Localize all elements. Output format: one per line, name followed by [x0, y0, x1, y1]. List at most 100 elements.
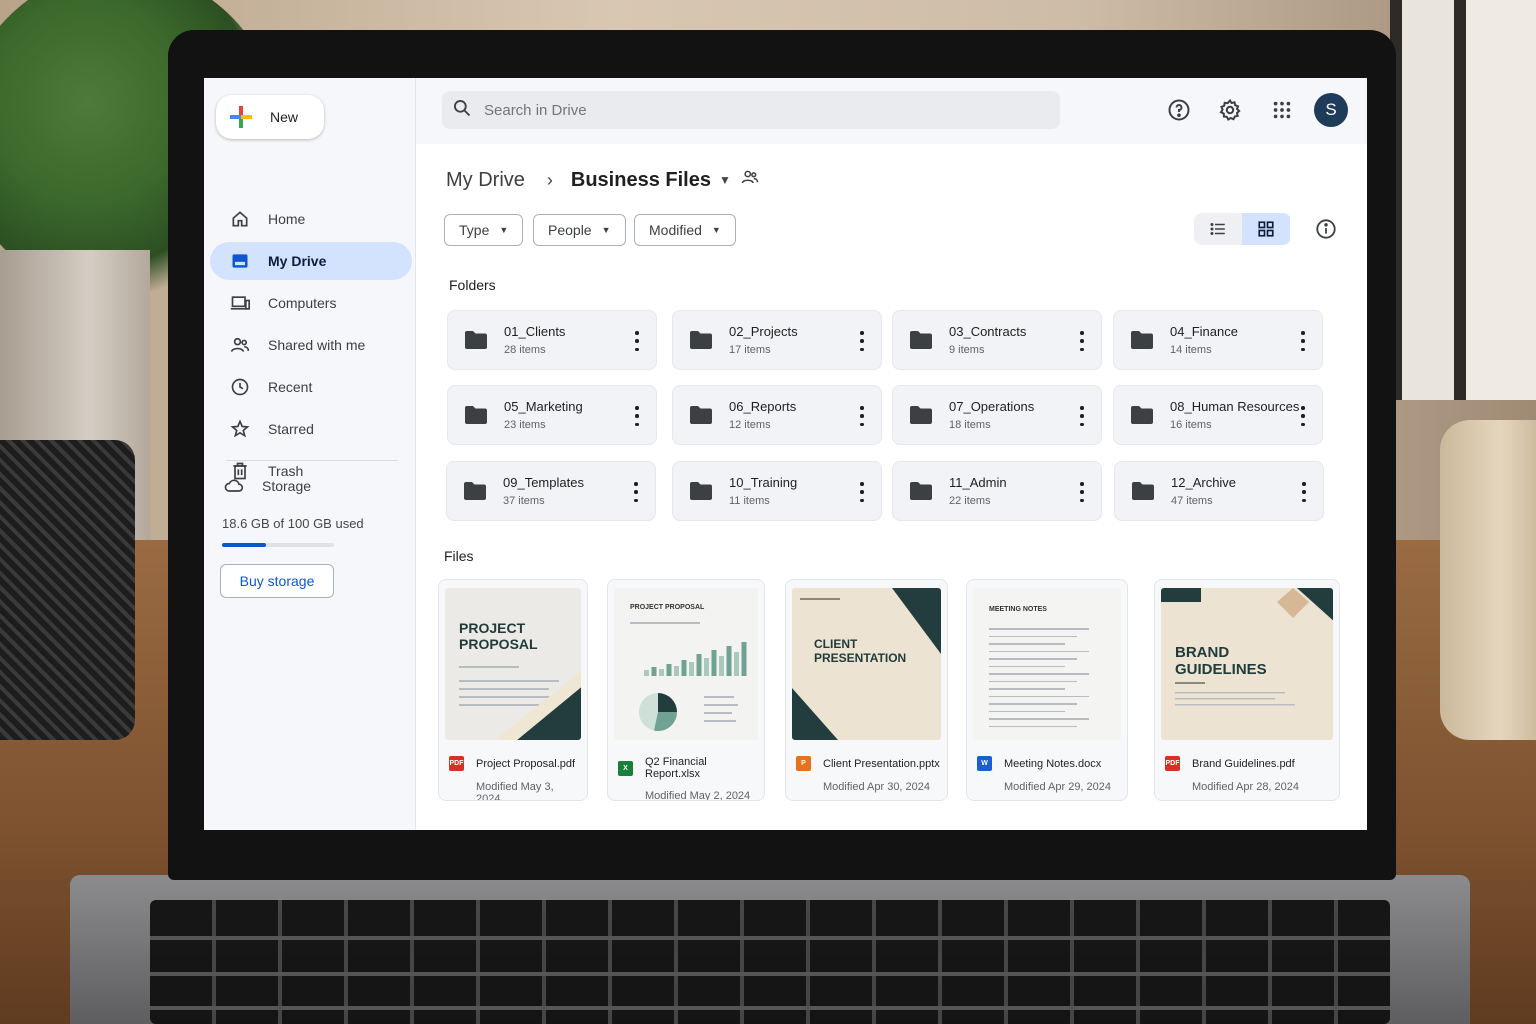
- file-modified-date: Modified Apr 29, 2024: [1004, 781, 1112, 793]
- sidebar-item-home[interactable]: Home: [210, 200, 412, 238]
- shared-folder-people-icon[interactable]: [741, 168, 759, 192]
- folder-name: 03_Contracts: [949, 324, 1027, 339]
- folder-icon: [463, 481, 487, 501]
- folder-item[interactable]: 05_Marketing 23 items: [447, 385, 657, 445]
- sidebar-item-shared-with-me[interactable]: Shared with me: [210, 326, 412, 364]
- sidebar: New Home My Drive Computers Shared with …: [204, 78, 416, 830]
- sidebar-item-storage[interactable]: Storage: [224, 476, 311, 496]
- list-view-button[interactable]: [1194, 213, 1242, 245]
- folder-icon: [689, 481, 713, 501]
- folder-item[interactable]: 11_Admin 22 items: [892, 461, 1102, 521]
- laptop-key-row-gap: [150, 972, 1390, 976]
- filter-modified[interactable]: Modified ▼: [634, 214, 736, 246]
- more-options-icon[interactable]: [634, 331, 640, 351]
- more-options-icon[interactable]: [1079, 482, 1085, 502]
- chevron-down-icon[interactable]: ▼: [719, 173, 731, 187]
- folder-item[interactable]: 01_Clients 28 items: [447, 310, 657, 370]
- more-options-icon[interactable]: [1300, 406, 1306, 426]
- new-button[interactable]: New: [216, 95, 324, 139]
- folder-item-count: 23 items: [504, 419, 546, 431]
- folder-item[interactable]: 12_Archive 47 items: [1114, 461, 1324, 521]
- folder-item[interactable]: 04_Finance 14 items: [1113, 310, 1323, 370]
- breadcrumb-my-drive[interactable]: My Drive: [446, 169, 525, 192]
- sidebar-item-my-drive[interactable]: My Drive: [210, 242, 412, 280]
- folder-item[interactable]: 02_Projects 17 items: [672, 310, 882, 370]
- more-options-icon[interactable]: [633, 482, 639, 502]
- folder-item[interactable]: 09_Templates 37 items: [446, 461, 656, 521]
- apps-grid-icon[interactable]: [1267, 95, 1297, 125]
- chevron-down-icon: ▼: [711, 225, 721, 235]
- more-options-icon[interactable]: [1079, 406, 1085, 426]
- more-options-icon[interactable]: [634, 406, 640, 426]
- folder-name: 12_Archive: [1171, 475, 1237, 490]
- folder-name: 01_Clients: [504, 324, 566, 339]
- top-bar: S: [416, 78, 1367, 144]
- search-icon: [452, 98, 472, 123]
- sidebar-item-label: Computers: [268, 295, 337, 311]
- more-options-icon[interactable]: [1300, 331, 1306, 351]
- filter-people[interactable]: People ▼: [533, 214, 626, 246]
- account-avatar[interactable]: S: [1314, 93, 1348, 127]
- background-window: [1390, 0, 1536, 400]
- folder-item-count: 12 items: [729, 419, 771, 431]
- folder-item[interactable]: 08_Human Resources 16 items: [1113, 385, 1323, 445]
- more-options-icon[interactable]: [1301, 482, 1307, 502]
- sidebar-item-label: Home: [268, 211, 306, 227]
- folder-item-count: 11 items: [729, 495, 770, 507]
- thumbnail-title: CLIENT PRESENTATION: [814, 637, 907, 665]
- file-modified-date: Modified May 2, 2024: [645, 790, 751, 801]
- settings-gear-icon[interactable]: [1215, 95, 1245, 125]
- plus-icon: [230, 106, 252, 128]
- file-card[interactable]: CLIENT PRESENTATION P Client Presentation.…: [785, 579, 948, 801]
- sidebar-item-label: Shared with me: [268, 337, 366, 353]
- grid-view-button[interactable]: [1242, 213, 1290, 245]
- sidebar-item-starred[interactable]: Starred: [210, 410, 412, 448]
- file-card[interactable]: BRAND GUIDELINES PDF Brand Guidelines.pdf M…: [1154, 579, 1340, 801]
- folder-name: 06_Reports: [729, 399, 797, 414]
- folder-item[interactable]: 06_Reports 12 items: [672, 385, 882, 445]
- sidebar-item-computers[interactable]: Computers: [210, 284, 412, 322]
- more-options-icon[interactable]: [859, 482, 865, 502]
- file-card[interactable]: PROJECT PROPOSAL X Q2 Financial Report.xls…: [607, 579, 765, 801]
- file-card[interactable]: PROJECT PROPOSAL PDF Project Proposal.pdf M…: [438, 579, 588, 801]
- folder-name: 07_Operations: [949, 399, 1035, 414]
- pptx-file-icon: P: [796, 756, 811, 771]
- folder-icon: [464, 405, 488, 425]
- computer-icon: [230, 293, 250, 313]
- laptop-key-row-gap: [150, 936, 1390, 940]
- more-options-icon[interactable]: [1079, 331, 1085, 351]
- folder-item[interactable]: 07_Operations 18 items: [892, 385, 1102, 445]
- chevron-right-icon: ›: [546, 169, 553, 190]
- folder-name: 09_Templates: [503, 475, 584, 490]
- folder-icon: [909, 481, 933, 501]
- folder-icon: [1130, 330, 1154, 350]
- filter-label: Type: [459, 222, 490, 238]
- folder-icon: [909, 405, 933, 425]
- folder-item-count: 22 items: [949, 495, 991, 507]
- file-thumbnail: PROJECT PROPOSAL: [445, 588, 581, 740]
- thumbnail-title: BRAND GUIDELINES: [1175, 644, 1267, 679]
- info-icon[interactable]: [1312, 215, 1340, 243]
- my-drive-icon: [230, 251, 250, 271]
- sidebar-nav: Home My Drive Computers Shared with me R…: [210, 200, 412, 494]
- file-card[interactable]: MEETING NOTES W Meeting Notes.docx Modified…: [966, 579, 1128, 801]
- buy-storage-button[interactable]: Buy storage: [220, 564, 334, 598]
- search-bar[interactable]: [442, 91, 1060, 129]
- filter-type[interactable]: Type ▼: [444, 214, 524, 246]
- help-icon[interactable]: [1164, 95, 1194, 125]
- storage-label: Storage: [262, 478, 312, 494]
- folder-item[interactable]: 10_Training 11 items: [672, 461, 882, 521]
- more-options-icon[interactable]: [859, 331, 865, 351]
- folder-icon: [1130, 405, 1154, 425]
- new-button-label: New: [270, 109, 299, 125]
- folder-item-count: 17 items: [729, 344, 771, 356]
- sidebar-item-recent[interactable]: Recent: [210, 368, 412, 406]
- folder-item[interactable]: 03_Contracts 9 items: [892, 310, 1102, 370]
- more-options-icon[interactable]: [859, 406, 865, 426]
- breadcrumb-current-folder[interactable]: Business Files: [571, 169, 711, 192]
- file-name: Meeting Notes.docx: [1004, 757, 1102, 770]
- breadcrumb: My Drive › Business Files ▼: [446, 168, 759, 192]
- search-input[interactable]: [484, 101, 1024, 119]
- sidebar-divider: [226, 460, 398, 461]
- xlsx-file-icon: X: [618, 760, 633, 776]
